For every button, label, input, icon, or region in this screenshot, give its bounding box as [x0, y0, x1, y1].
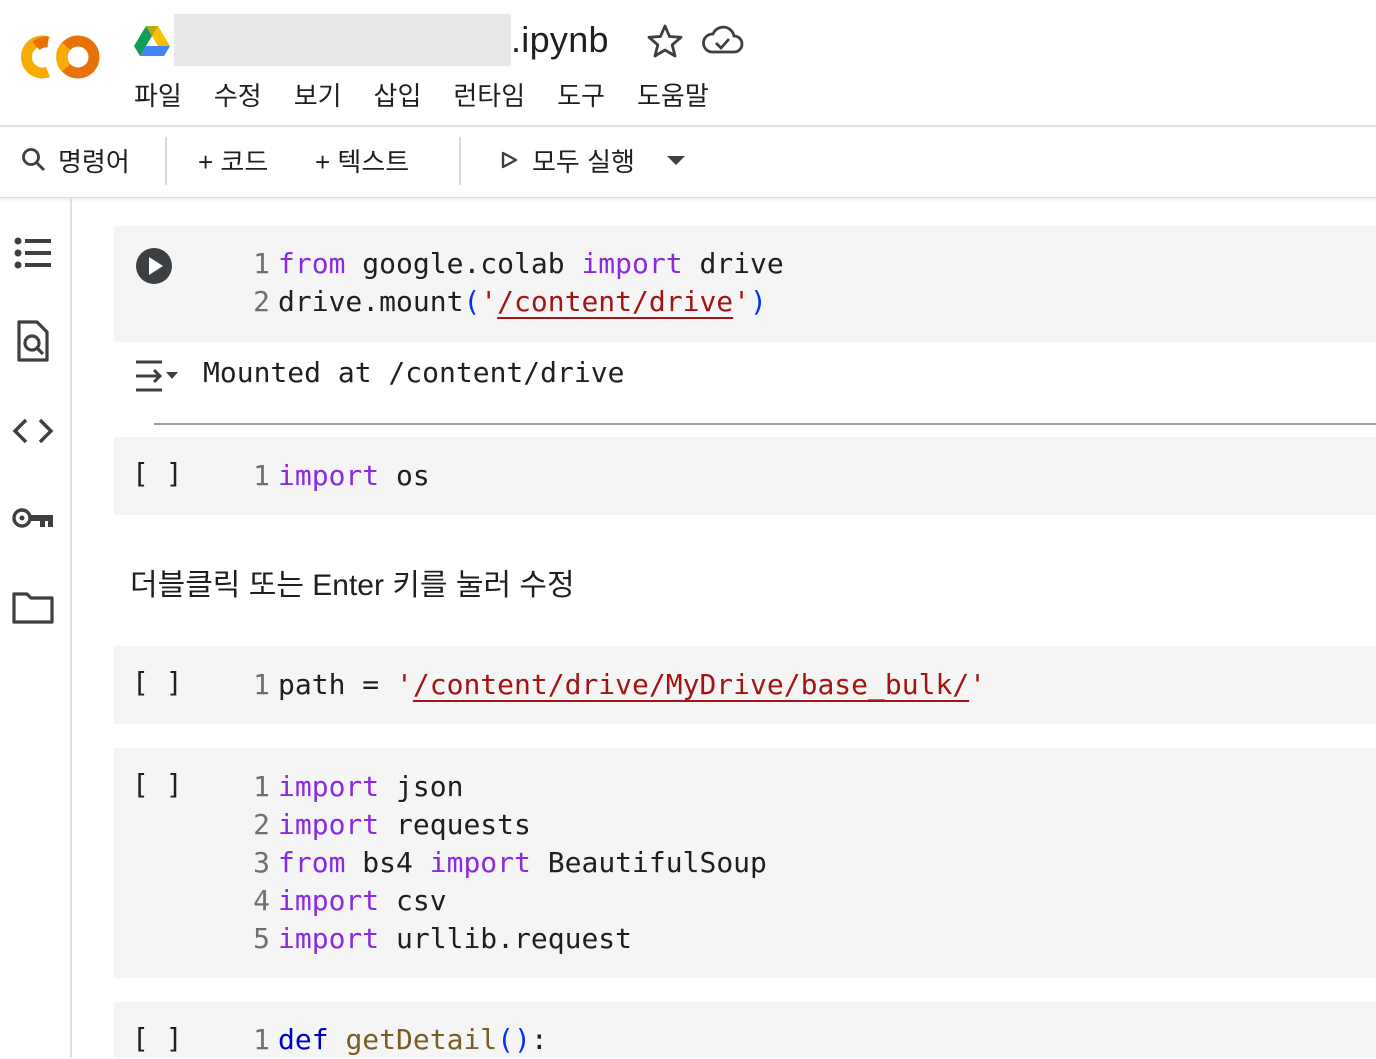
run-cell-button[interactable]: [ ] [132, 666, 183, 699]
line-number: 2 [253, 285, 270, 318]
identifier: csv [396, 884, 447, 917]
left-sidebar [0, 198, 72, 1058]
paren: ) [750, 285, 767, 318]
function-name: getDetail [345, 1023, 498, 1056]
line-number: 5 [253, 922, 270, 955]
code-editor[interactable]: 1 from google.colab import drive 2 drive.m… [248, 245, 784, 321]
search-icon [22, 148, 45, 171]
code-editor[interactable]: 1 import os [248, 457, 430, 495]
menu-view[interactable]: 보기 [294, 76, 342, 113]
line-number: 2 [253, 808, 270, 841]
line-number: 1 [253, 1023, 270, 1056]
add-text-button[interactable]: + 텍스트 [315, 127, 409, 193]
add-text-label: + 텍스트 [315, 146, 410, 177]
secrets-key-icon[interactable] [10, 496, 56, 542]
colab-logo[interactable] [18, 30, 102, 84]
identifier: path = [278, 668, 397, 701]
run-all-label: 모두 실행 [532, 146, 635, 177]
run-all-button[interactable]: 모두 실행 [498, 127, 635, 193]
code-editor[interactable]: 1 import json 2 import requests 3 from bs4 … [248, 768, 767, 958]
add-code-button[interactable]: + 코드 [198, 127, 268, 193]
code-editor[interactable]: 1 def getDetail(): [248, 1021, 548, 1059]
string-quote: ' [969, 668, 987, 701]
play-outline-icon [501, 151, 518, 169]
line-number: 1 [253, 459, 270, 492]
text-cell[interactable]: 더블클릭 또는 Enter 키를 눌러 수정 [130, 560, 575, 604]
run-options-dropdown[interactable] [662, 127, 690, 193]
keyword: from [278, 247, 346, 280]
menu-insert[interactable]: 삽입 [374, 76, 422, 113]
menu-edit[interactable]: 수정 [214, 76, 262, 113]
cloud-saved-icon[interactable] [700, 22, 744, 60]
filename-extension: .ipynb [511, 19, 609, 60]
keyword: import [278, 922, 380, 955]
toolbar-divider [459, 137, 461, 185]
run-cell-button[interactable]: [ ] [132, 1022, 183, 1055]
files-folder-icon[interactable] [10, 584, 56, 630]
module-name: bs4 [362, 846, 413, 879]
keyword: def [278, 1023, 329, 1056]
keyword: import [278, 770, 380, 803]
menu-tools[interactable]: 도구 [557, 76, 605, 113]
redacted-filename [174, 14, 511, 66]
google-drive-icon[interactable] [134, 24, 170, 56]
output-divider [154, 423, 1376, 425]
run-cell-button[interactable]: [ ] [132, 768, 183, 801]
identifier: urllib.request [396, 922, 633, 955]
command-label: 명령어 [58, 146, 130, 177]
toolbar: 명령어 + 코드 + 텍스트 모두 실행 [0, 127, 1376, 198]
line-number: 1 [253, 668, 270, 701]
keyword: import [278, 884, 380, 917]
punctuation: : [530, 1023, 548, 1056]
cell-output: Mounted at /content/drive [203, 356, 625, 389]
command-palette-button[interactable]: 명령어 [20, 127, 130, 193]
string-quote: ' [396, 668, 413, 701]
keyword: import [581, 247, 683, 280]
line-number: 3 [253, 846, 270, 879]
run-cell-button[interactable] [134, 246, 174, 286]
line-number: 4 [253, 884, 270, 917]
keyword: from [278, 846, 346, 879]
string-literal: /content/drive/MyDrive/base_bulk/ [412, 668, 970, 701]
output-actions-icon[interactable] [132, 356, 180, 396]
code-editor[interactable]: 1 path = '/content/drive/MyDrive/base_bul… [248, 666, 986, 704]
module-name: google.colab [362, 247, 565, 280]
table-of-contents-icon[interactable] [10, 230, 56, 276]
paren: () [497, 1023, 531, 1056]
menu-bar: 파일 수정 보기 삽입 런타임 도구 도움말 [134, 76, 741, 113]
star-icon[interactable] [646, 22, 684, 60]
identifier: requests [396, 808, 531, 841]
run-cell-button[interactable]: [ ] [132, 457, 183, 490]
add-code-label: + 코드 [198, 146, 269, 177]
code-snippets-icon[interactable] [10, 408, 56, 454]
identifier: drive [699, 247, 784, 280]
string-literal: /content/drive [497, 285, 734, 318]
menu-file[interactable]: 파일 [134, 76, 182, 113]
keyword: import [278, 808, 380, 841]
identifier: os [396, 459, 430, 492]
paren: ( [463, 285, 481, 318]
keyword: import [278, 459, 380, 492]
menu-help[interactable]: 도움말 [637, 76, 709, 113]
identifier: json [396, 770, 464, 803]
find-replace-icon[interactable] [10, 318, 56, 364]
menu-runtime[interactable]: 런타임 [453, 76, 525, 113]
caret-down-icon [667, 156, 685, 165]
identifier: BeautifulSoup [547, 846, 767, 879]
line-number: 1 [253, 247, 270, 280]
identifier: drive.mount [278, 285, 464, 318]
string-quote: ' [480, 285, 498, 318]
app-header: .ipynb 파일 수정 보기 삽입 런타임 도구 도움말 [0, 0, 1376, 127]
toolbar-divider [165, 137, 167, 185]
notebook-title[interactable]: .ipynb [174, 14, 609, 66]
line-number: 1 [253, 770, 270, 803]
keyword: import [429, 846, 531, 879]
string-quote: ' [733, 285, 751, 318]
